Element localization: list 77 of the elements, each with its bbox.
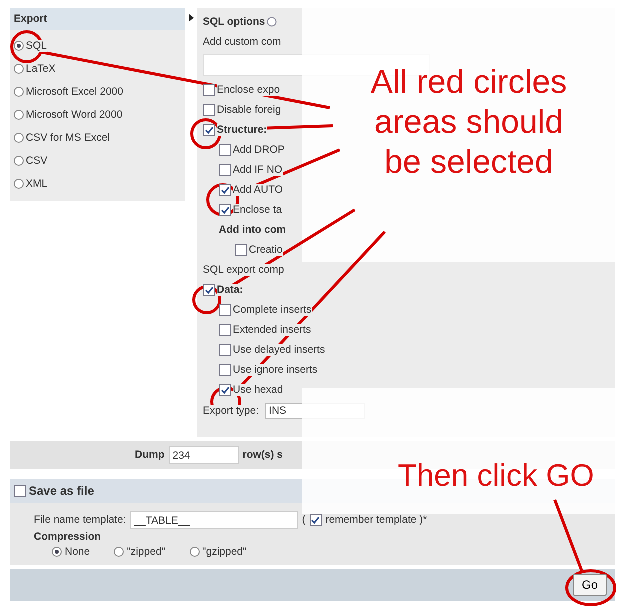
section-label: Structure: — [217, 124, 268, 136]
check-icon — [204, 286, 214, 294]
radio-button[interactable] — [14, 132, 24, 142]
template-field[interactable]: __TABLE__ — [130, 511, 298, 529]
checkbox[interactable] — [235, 244, 247, 256]
save-as-file-label: Save as file — [29, 484, 94, 498]
help-icon[interactable] — [267, 17, 278, 27]
dump-label: Dump — [135, 449, 165, 461]
highlight-circle — [566, 570, 616, 606]
option-label: Extended inserts — [233, 324, 312, 336]
template-label: File name template: — [34, 514, 126, 526]
checkbox[interactable] — [203, 84, 215, 96]
checkbox[interactable] — [219, 364, 231, 376]
instruction-text: Then click GO — [398, 458, 594, 494]
rows-label: row(s) s — [242, 449, 284, 461]
format-option[interactable]: Microsoft Excel 2000 — [14, 80, 185, 103]
checkbox[interactable] — [203, 124, 215, 136]
check-icon — [220, 386, 230, 394]
checkbox[interactable] — [203, 104, 215, 116]
radio-button[interactable] — [14, 110, 24, 120]
option-label: Use ignore inserts — [233, 364, 318, 376]
option-label: Use delayed inserts — [233, 344, 326, 356]
check-icon — [311, 516, 320, 524]
option-label: Export type: — [203, 405, 260, 417]
checkbox[interactable] — [203, 284, 215, 296]
radio-button[interactable] — [14, 86, 24, 96]
option-label: Creatio — [249, 244, 283, 256]
go-button[interactable]: Go — [572, 574, 607, 596]
checkbox[interactable] — [219, 304, 231, 316]
row-count-field[interactable]: 234 — [168, 446, 239, 464]
checkbox[interactable] — [219, 344, 231, 356]
format-option[interactable]: XML — [14, 172, 185, 195]
option-label: Disable foreig — [217, 104, 282, 116]
checkbox[interactable] — [310, 514, 322, 526]
radio-button[interactable] — [114, 547, 124, 557]
option-label: Use hexad — [233, 384, 284, 396]
check-icon — [220, 186, 230, 194]
remember-label: remember template )* — [326, 514, 428, 526]
format-option[interactable]: Microsoft Word 2000 — [14, 103, 185, 126]
check-icon — [220, 206, 230, 214]
check-icon — [204, 126, 214, 134]
compression-option[interactable]: "zipped" — [114, 546, 166, 558]
sql-options-title: SQL options — [203, 16, 266, 28]
radio-button[interactable] — [14, 156, 24, 166]
export-title: Export — [10, 8, 185, 30]
option-label: Add DROP — [233, 144, 285, 156]
radio-button[interactable] — [52, 547, 62, 557]
option-label: Complete inserts — [233, 304, 312, 316]
option-label: Add AUTO — [233, 184, 283, 196]
compression-option[interactable]: None — [52, 546, 90, 558]
paren-text: ( — [302, 514, 306, 526]
section-label: Add into com — [219, 224, 286, 236]
checkbox[interactable] — [219, 164, 231, 176]
section-label: Data: — [217, 284, 244, 296]
option-label: Enclose ta — [233, 204, 282, 216]
format-option[interactable]: CSV for MS Excel — [14, 126, 185, 149]
checkbox[interactable] — [14, 485, 26, 497]
checkbox[interactable] — [219, 384, 231, 396]
checkbox[interactable] — [219, 324, 231, 336]
option-label: SQL export comp — [203, 264, 284, 276]
radio-button[interactable] — [14, 40, 24, 50]
compression-option[interactable]: "gzipped" — [190, 546, 247, 558]
format-option[interactable]: SQL — [14, 34, 185, 57]
format-option[interactable]: CSV — [14, 149, 185, 172]
format-option[interactable]: LaTeX — [14, 57, 185, 80]
radio-button[interactable] — [190, 547, 200, 557]
option-label: Add IF NO — [233, 164, 283, 176]
option-label: Enclose expo — [217, 84, 280, 96]
checkbox[interactable] — [219, 204, 231, 216]
option-label: Add custom com — [203, 36, 282, 48]
radio-button[interactable] — [14, 178, 24, 188]
checkbox[interactable] — [219, 144, 231, 156]
compression-label: Compression — [34, 531, 102, 543]
triangle-icon — [188, 14, 194, 22]
instruction-text: All red circles areas should be selected — [370, 62, 568, 182]
checkbox[interactable] — [219, 184, 231, 196]
radio-button[interactable] — [14, 64, 24, 74]
